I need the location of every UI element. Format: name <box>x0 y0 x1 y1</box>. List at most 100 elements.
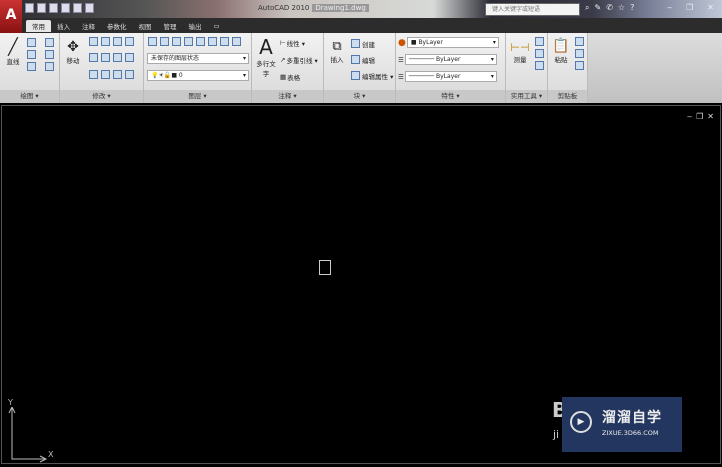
erase-icon[interactable] <box>125 37 134 46</box>
tab-manage[interactable]: 管理 <box>158 20 183 32</box>
mtext-button[interactable]: A 多行文字 <box>255 36 277 78</box>
utilities-panel-label[interactable]: 实用工具 ▾ <box>506 90 547 103</box>
copy-clip-icon[interactable] <box>575 49 584 58</box>
window-title: AutoCAD 2010 Drawing1.dwg <box>258 4 369 12</box>
drawing-restore-icon[interactable]: ❐ <box>696 112 703 121</box>
ucs-icon: Y X <box>8 398 53 467</box>
layers-panel-label[interactable]: 图层 ▾ <box>144 90 251 103</box>
edit-block-button[interactable]: 编辑 <box>350 54 375 65</box>
properties-panel: ●■ ByLayer ☰─────── ByLayer ☰─────── ByL… <box>396 33 506 103</box>
layer-icon[interactable] <box>184 37 193 46</box>
favorites-icon[interactable]: ☆ <box>618 3 625 13</box>
close-icon[interactable]: ✕ <box>707 3 714 12</box>
drawing-close-icon[interactable]: ✕ <box>707 112 714 121</box>
application-menu-button[interactable]: A <box>0 0 22 33</box>
help-icon[interactable]: ? <box>630 3 634 13</box>
find-icon[interactable] <box>535 49 544 58</box>
text-icon: A <box>259 35 273 59</box>
redo-icon[interactable] <box>73 3 82 13</box>
lineweight-dropdown[interactable]: ─────── ByLayer <box>404 54 497 65</box>
layer-dropdown[interactable]: 💡☀🔓■ 0 <box>147 70 249 81</box>
undo-icon[interactable] <box>61 3 70 13</box>
ribbon-minimize-icon[interactable]: ▭ <box>208 21 226 31</box>
insert-button[interactable]: ⧉ 插入 <box>327 39 347 64</box>
annotation-panel: A 多行文字 ⊢ 线性 ▾ ↗ 多重引线 ▾ ▦ 表格 注释 ▾ <box>252 33 324 103</box>
paste-button[interactable]: 📋 粘贴 <box>551 38 571 64</box>
annotation-panel-label[interactable]: 注释 ▾ <box>252 90 323 103</box>
multileader-button[interactable]: ↗ 多重引线 ▾ <box>280 55 318 65</box>
quick-select-icon[interactable] <box>535 37 544 46</box>
drawing-minimize-icon[interactable]: ‒ <box>687 112 692 121</box>
rectangle-icon[interactable] <box>45 38 54 47</box>
ribbon-tabs: 常用 插入 注释 参数化 视图 管理 输出 ▭ <box>22 18 722 33</box>
communication-icon[interactable]: ✆ <box>606 3 613 13</box>
layer-icon[interactable] <box>160 37 169 46</box>
layer-icon[interactable] <box>172 37 181 46</box>
arc-icon[interactable] <box>27 62 36 71</box>
line-button[interactable]: ╱ 直线 <box>3 37 23 66</box>
scale-icon[interactable] <box>89 70 98 79</box>
open-icon[interactable] <box>37 3 46 13</box>
fillet-icon[interactable] <box>101 53 110 62</box>
restore-icon[interactable]: ❐ <box>686 3 693 12</box>
explode-icon[interactable] <box>125 53 134 62</box>
layer-properties-icon[interactable] <box>148 37 157 46</box>
array-icon[interactable] <box>113 70 122 79</box>
mirror-icon[interactable] <box>89 53 98 62</box>
tab-annotate[interactable]: 注释 <box>76 20 101 32</box>
offset-icon[interactable] <box>101 70 110 79</box>
crosshair-cursor <box>319 260 331 275</box>
color-value: ByLayer <box>418 39 443 46</box>
info-tools: ⌕ ✎ ✆ ☆? <box>585 3 634 13</box>
tab-insert[interactable]: 插入 <box>51 20 76 32</box>
watermark: ▶ 溜溜自学 ZIXUE.3D66.COM <box>562 397 682 452</box>
tab-home[interactable]: 常用 <box>26 19 51 32</box>
new-icon[interactable] <box>25 3 34 13</box>
move-button[interactable]: ✥ 移动 <box>62 39 84 65</box>
save-icon[interactable] <box>49 3 58 13</box>
cut-icon[interactable] <box>575 37 584 46</box>
stretch-icon[interactable] <box>113 53 122 62</box>
subscription-icon[interactable]: ✎ <box>594 3 601 13</box>
edit-attributes-label: 编辑属性 ▾ <box>362 72 394 81</box>
search-input[interactable] <box>485 3 580 16</box>
clipboard-panel-label[interactable]: 剪贴板 <box>548 90 587 103</box>
chamfer-icon[interactable] <box>125 70 134 79</box>
hatch-icon[interactable] <box>45 62 54 71</box>
linetype-dropdown[interactable]: ─────── ByLayer <box>404 71 497 82</box>
binoculars-icon[interactable]: ⌕ <box>585 3 589 13</box>
calculator-icon[interactable] <box>535 61 544 70</box>
edit-attributes-button[interactable]: 编辑属性 ▾ <box>350 70 393 81</box>
trim-icon[interactable] <box>113 37 122 46</box>
match-properties-icon[interactable] <box>575 61 584 70</box>
circle-icon[interactable] <box>27 50 36 59</box>
color-dropdown[interactable]: ■ ByLayer <box>406 37 499 48</box>
tab-view[interactable]: 视图 <box>133 20 158 32</box>
modify-panel-label[interactable]: 修改 ▾ <box>60 90 143 103</box>
table-button[interactable]: ▦ 表格 <box>280 72 300 82</box>
plot-icon[interactable] <box>85 3 94 13</box>
layer-icon[interactable] <box>232 37 241 46</box>
copy-icon[interactable] <box>89 37 98 46</box>
ucs-y-label: Y <box>8 398 13 407</box>
tab-parametric[interactable]: 参数化 <box>101 20 133 32</box>
layer-icon[interactable] <box>220 37 229 46</box>
play-logo-icon: ▶ <box>570 411 592 433</box>
draw-panel-label[interactable]: 绘图 ▾ <box>0 90 59 103</box>
layer-icon[interactable] <box>208 37 217 46</box>
polyline-icon[interactable] <box>27 38 36 47</box>
layer-icon[interactable] <box>196 37 205 46</box>
block-panel-label[interactable]: 块 ▾ <box>324 90 395 103</box>
layers-panel: 未保存的图层状态 💡☀🔓■ 0 图层 ▾ <box>144 33 252 103</box>
layer-state-dropdown[interactable]: 未保存的图层状态 <box>147 53 249 64</box>
watermark-background-text: ji <box>553 428 560 441</box>
rotate-icon[interactable] <box>101 37 110 46</box>
rectangle-icon[interactable] <box>45 50 54 59</box>
modify-panel: ✥ 移动 修改 ▾ <box>60 33 144 103</box>
measure-button[interactable]: ⊢⊣ 测量 <box>509 41 531 64</box>
properties-panel-label[interactable]: 特性 ▾ <box>396 90 505 103</box>
tab-output[interactable]: 输出 <box>183 20 208 32</box>
create-block-button[interactable]: 创建 <box>350 38 375 49</box>
minimize-icon[interactable]: ‒ <box>667 3 672 12</box>
linear-dimension-button[interactable]: ⊢ 线性 ▾ <box>280 38 305 48</box>
